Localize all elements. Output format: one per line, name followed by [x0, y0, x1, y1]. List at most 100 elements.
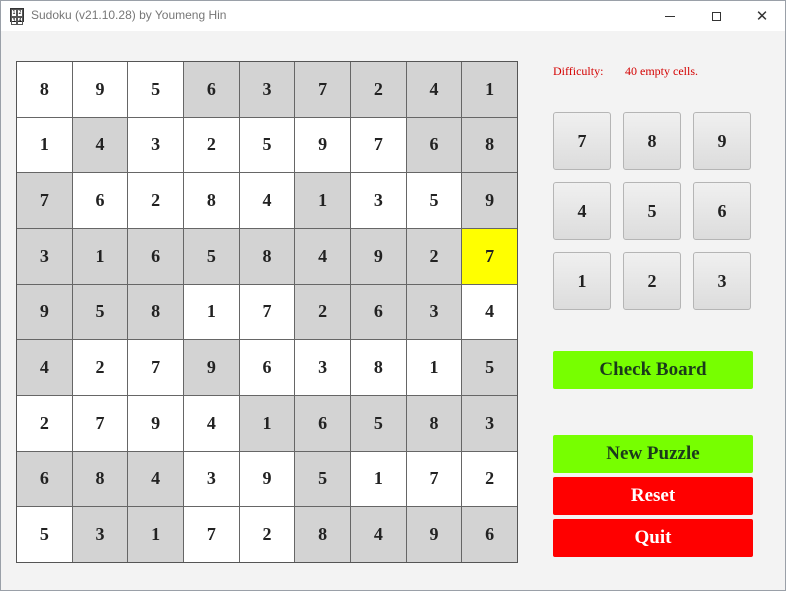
- board-cell-r8c4[interactable]: 3: [184, 451, 239, 507]
- board-cell-r3c9[interactable]: 9: [462, 173, 517, 228]
- board-cell-r4c8[interactable]: 2: [406, 229, 462, 284]
- board-cell-r4c9[interactable]: 7: [462, 229, 517, 284]
- board-cell-r5c4[interactable]: 1: [184, 284, 239, 340]
- board-cell-r7c4[interactable]: 4: [184, 396, 239, 451]
- board-cell-r6c8[interactable]: 1: [406, 340, 462, 395]
- board-cell-r5c8[interactable]: 3: [406, 284, 462, 340]
- board-cell-r9c7[interactable]: 4: [351, 507, 406, 562]
- close-button[interactable]: ✕: [739, 1, 785, 31]
- title-bar[interactable]: 1 2 3 4 Sudoku (v21.10.28) by Youmeng Hi…: [1, 1, 785, 31]
- board-cell-r2c3[interactable]: 3: [128, 117, 183, 173]
- numpad-button-2[interactable]: 2: [623, 252, 681, 310]
- maximize-button[interactable]: [693, 1, 739, 31]
- board-cell-r3c1[interactable]: 7: [17, 173, 72, 228]
- board-cell-r6c4[interactable]: 9: [184, 340, 239, 395]
- board-cell-r2c1[interactable]: 1: [17, 117, 72, 173]
- board-cell-r7c8[interactable]: 8: [406, 396, 462, 451]
- board-cell-r6c6[interactable]: 3: [295, 340, 350, 395]
- board-cell-r7c7[interactable]: 5: [351, 396, 406, 451]
- board-cell-r7c5[interactable]: 1: [239, 396, 295, 451]
- board-cell-r3c6[interactable]: 1: [295, 173, 350, 228]
- board-cell-r5c9[interactable]: 4: [462, 284, 517, 340]
- numpad-button-8[interactable]: 8: [623, 112, 681, 170]
- board-cell-r6c3[interactable]: 7: [128, 340, 183, 395]
- board-cell-r3c7[interactable]: 3: [351, 173, 406, 228]
- board-cell-r4c6[interactable]: 4: [295, 229, 350, 284]
- board-cell-r7c9[interactable]: 3: [462, 396, 517, 451]
- board-cell-r2c4[interactable]: 2: [184, 117, 239, 173]
- board-cell-r9c3[interactable]: 1: [128, 507, 183, 562]
- board-cell-r2c5[interactable]: 5: [239, 117, 295, 173]
- board-cell-r6c1[interactable]: 4: [17, 340, 72, 395]
- board-cell-r2c9[interactable]: 8: [462, 117, 517, 173]
- board-cell-r1c3[interactable]: 5: [128, 62, 183, 117]
- numpad-button-3[interactable]: 3: [693, 252, 751, 310]
- board-cell-r3c8[interactable]: 5: [406, 173, 462, 228]
- board-cell-r8c9[interactable]: 2: [462, 451, 517, 507]
- board-cell-r5c7[interactable]: 6: [351, 284, 406, 340]
- board-cell-r6c7[interactable]: 8: [351, 340, 406, 395]
- board-cell-r6c5[interactable]: 6: [239, 340, 295, 395]
- board-cell-r4c7[interactable]: 9: [351, 229, 406, 284]
- quit-button[interactable]: Quit: [553, 519, 753, 557]
- difficulty-label: Difficulty:: [553, 64, 604, 78]
- board-cell-r2c2[interactable]: 4: [72, 117, 128, 173]
- board-cell-r3c3[interactable]: 2: [128, 173, 183, 228]
- check-board-button[interactable]: Check Board: [553, 351, 753, 389]
- board-cell-r4c4[interactable]: 5: [184, 229, 239, 284]
- board-cell-r2c6[interactable]: 9: [295, 117, 350, 173]
- board-cell-r2c8[interactable]: 6: [406, 117, 462, 173]
- board-cell-r1c4[interactable]: 6: [184, 62, 239, 117]
- board-cell-r5c1[interactable]: 9: [17, 284, 72, 340]
- board-cell-r5c3[interactable]: 8: [128, 284, 183, 340]
- numpad-button-5[interactable]: 5: [623, 182, 681, 240]
- board-cell-r9c9[interactable]: 6: [462, 507, 517, 562]
- numpad-button-6[interactable]: 6: [693, 182, 751, 240]
- board-cell-r8c2[interactable]: 8: [72, 451, 128, 507]
- board-cell-r9c2[interactable]: 3: [72, 507, 128, 562]
- board-cell-r5c2[interactable]: 5: [72, 284, 128, 340]
- board-cell-r5c5[interactable]: 7: [239, 284, 295, 340]
- board-cell-r3c4[interactable]: 8: [184, 173, 239, 228]
- board-cell-r9c5[interactable]: 2: [239, 507, 295, 562]
- board-cell-r5c6[interactable]: 2: [295, 284, 350, 340]
- board-cell-r1c1[interactable]: 8: [17, 62, 72, 117]
- board-cell-r3c5[interactable]: 4: [239, 173, 295, 228]
- board-cell-r7c3[interactable]: 9: [128, 396, 183, 451]
- board-cell-r1c9[interactable]: 1: [462, 62, 517, 117]
- number-pad: 7 8 9 4 5 6 1 2 3: [553, 112, 753, 312]
- board-cell-r6c9[interactable]: 5: [462, 340, 517, 395]
- new-puzzle-button[interactable]: New Puzzle: [553, 435, 753, 473]
- board-cell-r1c8[interactable]: 4: [406, 62, 462, 117]
- board-cell-r7c6[interactable]: 6: [295, 396, 350, 451]
- board-cell-r4c2[interactable]: 1: [72, 229, 128, 284]
- numpad-button-1[interactable]: 1: [553, 252, 611, 310]
- numpad-button-9[interactable]: 9: [693, 112, 751, 170]
- numpad-button-4[interactable]: 4: [553, 182, 611, 240]
- board-cell-r6c2[interactable]: 2: [72, 340, 128, 395]
- board-cell-r2c7[interactable]: 7: [351, 117, 406, 173]
- reset-button[interactable]: Reset: [553, 477, 753, 515]
- board-cell-r1c6[interactable]: 7: [295, 62, 350, 117]
- board-cell-r8c1[interactable]: 6: [17, 451, 72, 507]
- board-cell-r3c2[interactable]: 6: [72, 173, 128, 228]
- board-cell-r9c4[interactable]: 7: [184, 507, 239, 562]
- board-cell-r7c2[interactable]: 7: [72, 396, 128, 451]
- minimize-button[interactable]: [647, 1, 693, 31]
- board-cell-r8c6[interactable]: 5: [295, 451, 350, 507]
- numpad-button-7[interactable]: 7: [553, 112, 611, 170]
- board-cell-r9c6[interactable]: 8: [295, 507, 350, 562]
- board-cell-r7c1[interactable]: 2: [17, 396, 72, 451]
- board-cell-r8c5[interactable]: 9: [239, 451, 295, 507]
- board-cell-r8c3[interactable]: 4: [128, 451, 183, 507]
- board-cell-r4c3[interactable]: 6: [128, 229, 183, 284]
- board-cell-r1c7[interactable]: 2: [351, 62, 406, 117]
- board-cell-r8c7[interactable]: 1: [351, 451, 406, 507]
- board-cell-r1c5[interactable]: 3: [239, 62, 295, 117]
- board-cell-r4c5[interactable]: 8: [239, 229, 295, 284]
- board-cell-r9c8[interactable]: 9: [406, 507, 462, 562]
- board-cell-r1c2[interactable]: 9: [72, 62, 128, 117]
- board-cell-r8c8[interactable]: 7: [406, 451, 462, 507]
- board-cell-r4c1[interactable]: 3: [17, 229, 72, 284]
- board-cell-r9c1[interactable]: 5: [17, 507, 72, 562]
